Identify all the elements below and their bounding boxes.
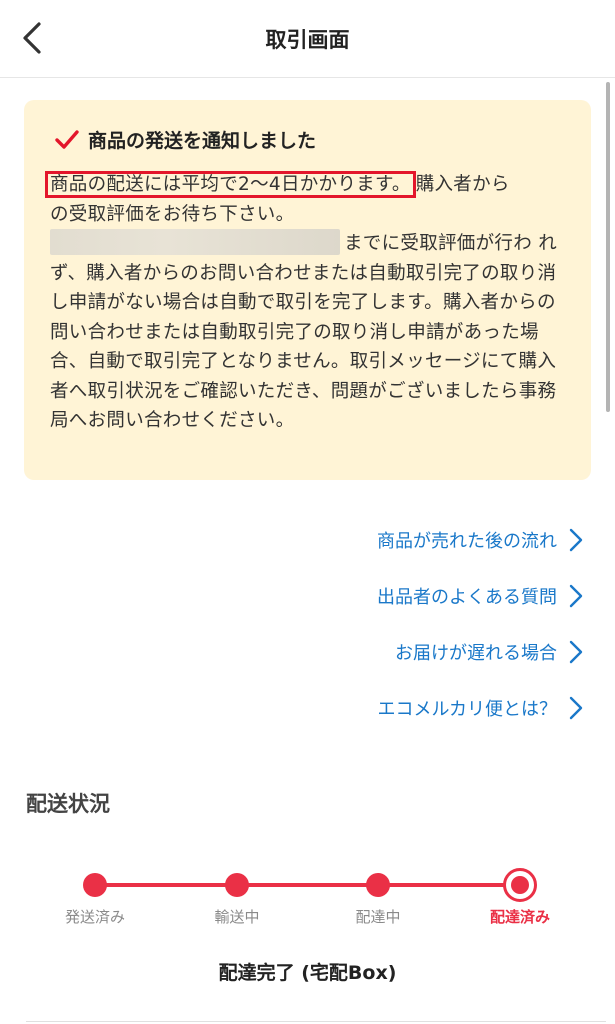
step-dot-out-for-delivery (366, 873, 390, 897)
notice-line3-rest: までに受取評価が行わ (344, 233, 533, 254)
step-label-in-transit: 輸送中 (214, 908, 260, 926)
link-delivery-delay[interactable]: お届けが遅れる場合 (183, 624, 583, 680)
chevron-right-icon (569, 584, 583, 608)
step-dot-shipped (83, 873, 107, 897)
link-label: エコメルカリ便とは？ (377, 699, 557, 720)
step-label-out-for-delivery: 配達中 (355, 908, 401, 926)
step-label-delivered: 配達済み (489, 908, 550, 926)
highlighted-delivery-estimate: 商品の配送には平均で2〜4日かかります。 (45, 171, 416, 198)
progress-line (95, 883, 520, 887)
notice-body: 商品の配送には平均で2〜4日かかります。 購入者から の受取評価をお待ち下さい。 … (45, 170, 570, 436)
delivery-status-text: 配達完了 (宅配Box) (218, 962, 397, 984)
notice-header: 商品の発送を通知しました (54, 126, 316, 153)
step-label-shipped: 発送済み (64, 908, 125, 926)
link-flow-after-sale[interactable]: 商品が売れた後の流れ (183, 512, 583, 568)
link-label: 出品者のよくある質問 (377, 587, 557, 608)
chevron-right-icon (569, 640, 583, 664)
shipping-notice-box: 商品の発送を通知しました 商品の配送には平均で2〜4日かかります。 購入者から の… (24, 100, 591, 480)
scrollbar[interactable] (606, 82, 610, 412)
chevron-right-icon (569, 528, 583, 552)
link-label: 商品が売れた後の流れ (377, 531, 557, 552)
redacted-date (50, 229, 340, 255)
link-seller-faq[interactable]: 出品者のよくある質問 (183, 568, 583, 624)
delivery-progress-tracker: 発送済み 輸送中 配達中 配達済み (0, 860, 615, 930)
link-label: お届けが遅れる場合 (395, 643, 557, 664)
step-dot-delivered-current (503, 868, 537, 902)
checkmark-icon (55, 129, 79, 149)
notice-title: 商品の発送を通知しました (88, 130, 317, 152)
step-dot-in-transit (225, 873, 249, 897)
header-bar: 取引画面 (0, 0, 615, 78)
link-eco-mercari-bin[interactable]: エコメルカリ便とは？ (183, 680, 583, 736)
page-title: 取引画面 (265, 28, 350, 52)
notice-line1-rest: 購入者から (415, 174, 510, 195)
help-links: 商品が売れた後の流れ 出品者のよくある質問 お届けが遅れる場合 エコメルカリ便と… (183, 512, 583, 736)
divider (26, 1021, 606, 1022)
delivery-status-heading: 配送状況 (26, 792, 110, 816)
chevron-right-icon (569, 696, 583, 720)
notice-line2: の受取評価をお待ち下さい。 (50, 203, 295, 225)
notice-rest-text: れず、購入者からのお問い合わせまたは自動取引完了の取り消し申請がない場合は自動で… (50, 233, 558, 431)
